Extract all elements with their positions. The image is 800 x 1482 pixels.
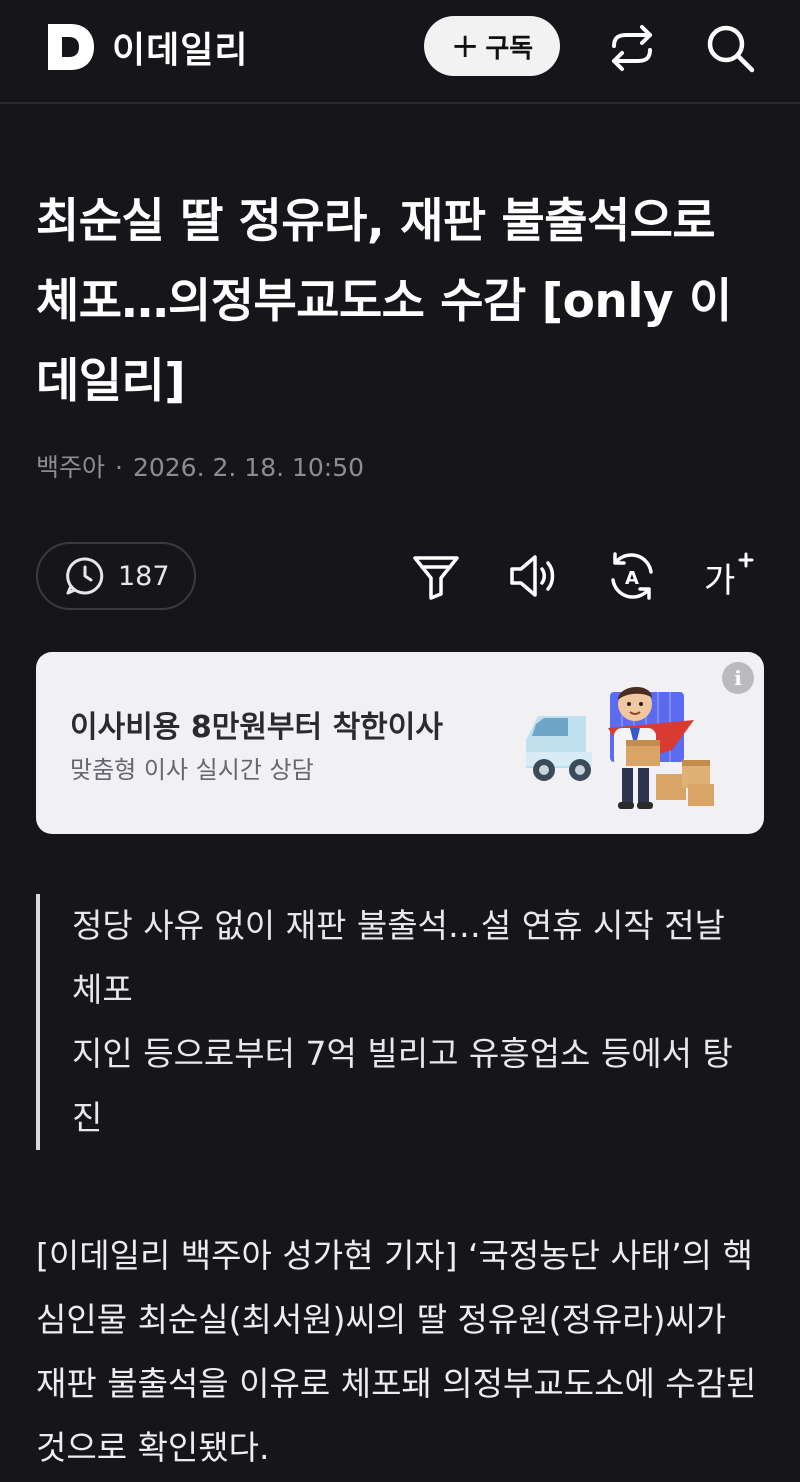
logo-text: 이데일리: [112, 30, 249, 71]
ad-title: 이사비용 8만원부터 착한이사: [70, 710, 443, 745]
summary-line: 지인 등으로부터 7억 빌리고 유흥업소 등에서 탕진: [72, 1034, 733, 1137]
translate-icon[interactable]: A: [606, 550, 658, 602]
comment-clock-icon: [66, 557, 104, 595]
byline-separator: ·: [115, 453, 123, 482]
filter-icon[interactable]: [410, 550, 462, 602]
publish-datetime: 2026. 2. 18. 10:50: [132, 453, 365, 482]
share-icon[interactable]: [606, 22, 658, 74]
summary-line: 정당 사유 없이 재판 불출석…설 연휴 시작 전날 체포: [72, 906, 725, 1009]
subscribe-label: 구독: [485, 33, 534, 64]
font-size-glyph: 가: [704, 561, 735, 601]
ad-subtitle: 맞춤형 이사 실시간 상담: [70, 756, 314, 784]
comment-button[interactable]: 187: [36, 542, 196, 610]
article-title: 최순실 딸 정유라, 재판 불출석으로 체포…의정부교도소 수감 [only 이…: [36, 194, 732, 409]
audio-icon[interactable]: [508, 550, 560, 602]
search-icon[interactable]: [704, 22, 756, 74]
subscribe-button[interactable]: + 구독: [424, 16, 560, 76]
ad-info-icon[interactable]: i: [722, 662, 754, 694]
author-name[interactable]: 백주아: [36, 453, 105, 482]
plus-icon: +: [450, 26, 480, 66]
ad-banner[interactable]: 이사비용 8만원부터 착한이사 맞춤형 이사 실시간 상담 i: [36, 652, 764, 834]
article-body: [이데일리 백주아 성가현 기자] ‘국정농단 사태’의 핵심인물 최순실(최서…: [36, 1236, 757, 1467]
logo[interactable]: 이데일리: [44, 20, 248, 74]
font-size-icon[interactable]: 가: [702, 550, 754, 602]
translate-letter: A: [625, 568, 639, 589]
logo-icon: [48, 24, 94, 70]
byline: 백주아 · 2026. 2. 18. 10:50: [36, 448, 364, 484]
article-summary: 정당 사유 없이 재판 불출석…설 연휴 시작 전날 체포 지인 등으로부터 7…: [36, 894, 756, 1150]
moving-mascot-illustration: [526, 686, 714, 809]
top-bar: 이데일리 + 구독: [0, 0, 800, 104]
comment-count: 187: [118, 560, 170, 592]
